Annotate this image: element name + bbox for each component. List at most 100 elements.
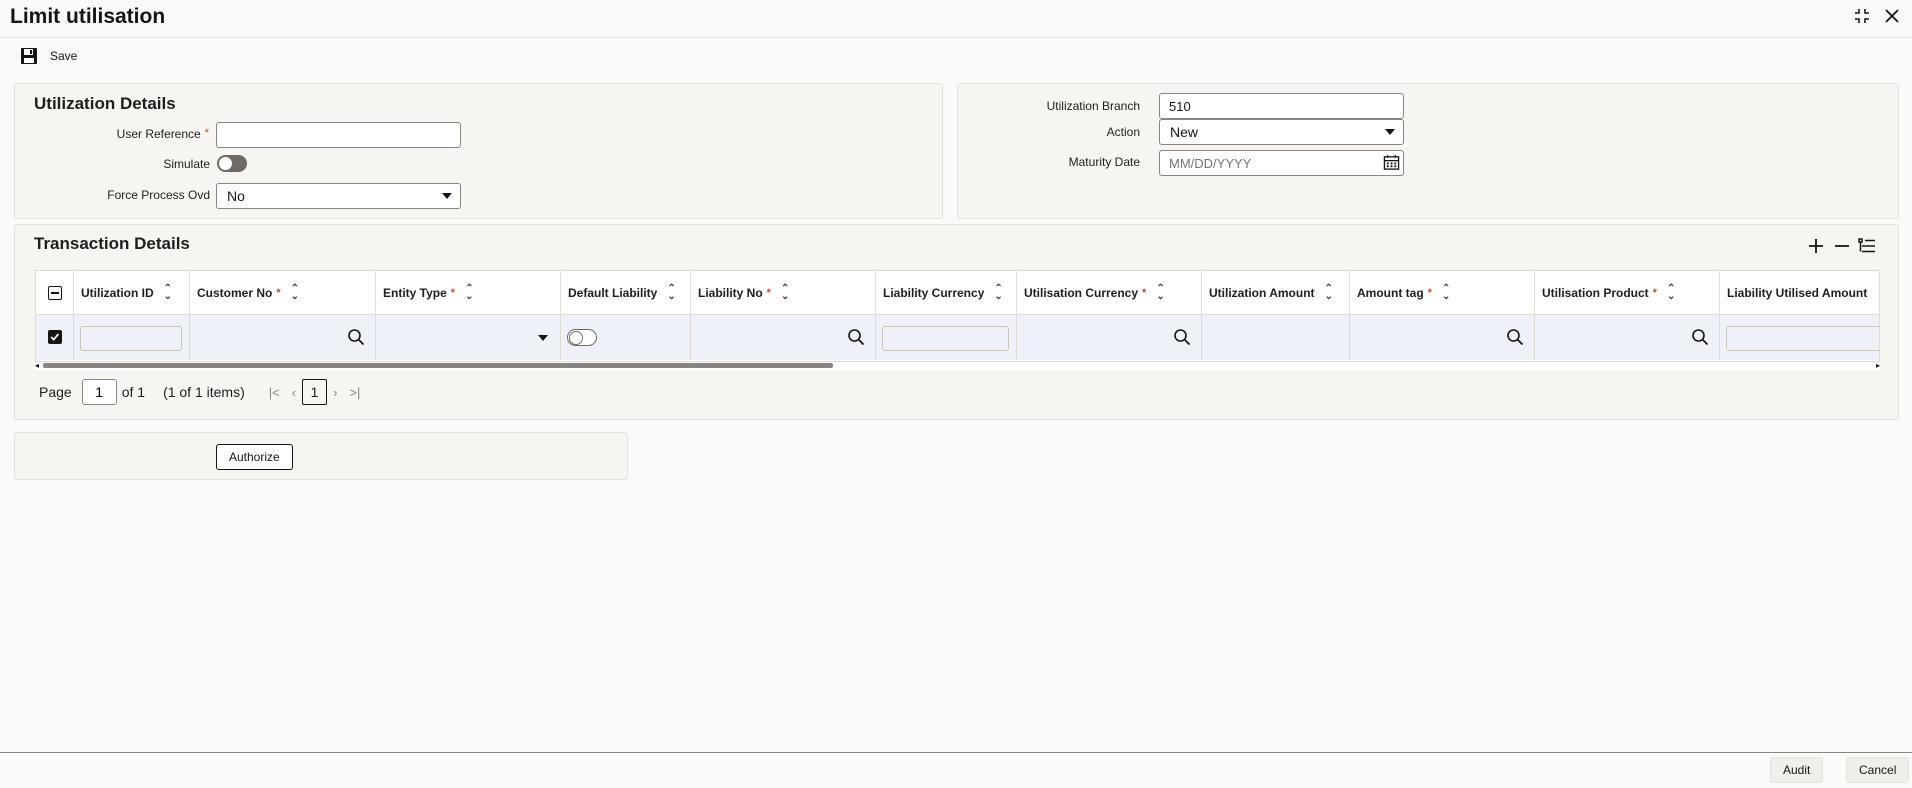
- liability-no-cell[interactable]: [691, 315, 876, 360]
- search-icon[interactable]: [1173, 328, 1191, 346]
- required-marker: *: [276, 287, 281, 299]
- sort-icon[interactable]: ⌃⌄: [1442, 284, 1450, 302]
- column-header-liability-currency[interactable]: Liability Currency ⌃ ⌄: [876, 271, 1017, 315]
- authorize-panel: Authorize: [14, 432, 628, 480]
- scrollbar-thumb[interactable]: [43, 363, 833, 368]
- utilization-details-title: Utilization Details: [34, 94, 176, 113]
- column-header-utilisation-product[interactable]: Utilisation Product * ⌃ ⌄: [1535, 271, 1720, 315]
- utilization-amount-cell[interactable]: [1202, 315, 1350, 360]
- sort-icon[interactable]: ⌃⌄: [465, 284, 473, 302]
- column-header-amount-tag[interactable]: Amount tag * ⌃ ⌄: [1350, 271, 1535, 315]
- default-liability-toggle[interactable]: [567, 329, 597, 346]
- sort-icon[interactable]: ⌃⌄: [1325, 284, 1333, 302]
- scroll-right-icon[interactable]: ▸: [1876, 361, 1880, 370]
- utilization-branch-input[interactable]: [1159, 93, 1404, 119]
- sort-icon[interactable]: ⌃⌄: [164, 284, 172, 302]
- page-of-label: of 1: [121, 384, 146, 400]
- branch-panel: Utilization Branch Action New Maturity D…: [957, 83, 1899, 219]
- search-icon[interactable]: [347, 328, 365, 346]
- previous-page-icon[interactable]: ‹: [292, 385, 296, 400]
- maturity-date-input[interactable]: [1159, 150, 1404, 176]
- action-select[interactable]: New: [1159, 119, 1404, 145]
- column-header-customer-no[interactable]: Customer No * ⌃ ⌄: [190, 271, 376, 315]
- required-marker: *: [1652, 287, 1657, 299]
- grid-header: Utilization ID ⌃ ⌄ Customer No * ⌃ ⌄ Entity T…: [36, 271, 1879, 315]
- liability-utilised-amount-input[interactable]: [1726, 326, 1879, 351]
- column-header-liability-no[interactable]: Liability No * ⌃ ⌄: [691, 271, 876, 315]
- first-page-icon[interactable]: |<: [269, 385, 280, 400]
- force-process-ovd-value: No: [227, 188, 245, 204]
- row-select-cell: [36, 315, 74, 360]
- column-header-utilization-amount[interactable]: Utilization Amount ⌃ ⌄: [1202, 271, 1350, 315]
- sort-icon[interactable]: ⌃⌄: [1667, 284, 1675, 302]
- single-record-view-icon[interactable]: [1857, 236, 1877, 256]
- window-controls: [1852, 6, 1902, 26]
- add-row-icon[interactable]: [1806, 236, 1826, 256]
- user-reference-label: User Reference *: [116, 127, 209, 141]
- search-icon[interactable]: [847, 328, 865, 346]
- page-input[interactable]: [81, 379, 117, 405]
- next-page-icon[interactable]: ›: [333, 385, 337, 400]
- utilization-id-cell: [74, 315, 190, 360]
- minimize-icon[interactable]: [1852, 6, 1872, 26]
- sort-icon[interactable]: ⌃⌄: [781, 284, 789, 302]
- action-label: Action: [1106, 125, 1140, 139]
- save-label: Save: [50, 49, 78, 63]
- entity-type-cell[interactable]: [376, 315, 561, 360]
- chevron-down-icon[interactable]: [538, 335, 548, 341]
- liability-currency-input[interactable]: [882, 326, 1009, 351]
- default-liability-cell: [561, 315, 691, 360]
- sort-icon[interactable]: ⌃⌄: [1877, 284, 1879, 302]
- required-marker: *: [766, 287, 771, 299]
- horizontal-scrollbar[interactable]: ◂ ▸: [35, 361, 1880, 370]
- utilization-id-input[interactable]: [80, 326, 182, 351]
- column-header-utilisation-currency[interactable]: Utilisation Currency * ⌃ ⌄: [1017, 271, 1202, 315]
- sort-icon[interactable]: ⌃⌄: [1156, 284, 1164, 302]
- utilization-details-panel: Utilization Details User Reference * Simu…: [14, 83, 943, 219]
- cancel-button[interactable]: Cancel: [1846, 757, 1910, 783]
- liability-currency-cell: [876, 315, 1017, 360]
- current-page-button[interactable]: 1: [302, 379, 328, 405]
- transaction-details-title: Transaction Details: [34, 234, 190, 253]
- simulate-toggle[interactable]: [217, 155, 247, 172]
- required-marker: *: [1142, 287, 1147, 299]
- action-value: New: [1170, 124, 1199, 140]
- column-header-entity-type[interactable]: Entity Type * ⌃ ⌄: [376, 271, 561, 315]
- save-icon: [21, 48, 37, 64]
- search-icon[interactable]: [1506, 328, 1524, 346]
- close-icon[interactable]: [1882, 6, 1902, 26]
- utilisation-product-cell[interactable]: [1535, 315, 1720, 360]
- amount-tag-cell[interactable]: [1350, 315, 1535, 360]
- sort-icon[interactable]: ⌃⌄: [291, 284, 299, 302]
- search-icon[interactable]: [1691, 328, 1709, 346]
- checkmark-icon: [50, 333, 60, 341]
- calendar-icon[interactable]: [1383, 154, 1400, 171]
- scroll-left-icon[interactable]: ◂: [35, 361, 39, 370]
- force-process-ovd-select[interactable]: No: [216, 183, 461, 209]
- sort-icon[interactable]: ⌃⌄: [994, 284, 1002, 302]
- select-all-checkbox[interactable]: [47, 286, 62, 300]
- last-page-icon[interactable]: >|: [349, 385, 360, 400]
- chevron-down-icon: [442, 193, 452, 199]
- utilisation-currency-cell[interactable]: [1017, 315, 1202, 360]
- page-title: Limit utilisation: [10, 5, 166, 28]
- items-label: (1 of 1 items): [163, 384, 245, 400]
- user-reference-input[interactable]: [216, 122, 461, 148]
- delete-row-icon[interactable]: [1832, 236, 1852, 256]
- liability-utilised-amount-cell: [1720, 315, 1879, 360]
- page-label: Page: [39, 384, 72, 400]
- audit-button[interactable]: Audit: [1770, 757, 1824, 783]
- select-all-header: [36, 271, 74, 315]
- maturity-date-label: Maturity Date: [1068, 155, 1140, 169]
- sort-icon[interactable]: ⌃⌄: [667, 284, 675, 302]
- column-header-utilization-id[interactable]: Utilization ID ⌃ ⌄: [74, 271, 190, 315]
- authorize-button[interactable]: Authorize: [216, 444, 293, 470]
- customer-no-cell[interactable]: [190, 315, 376, 360]
- table-row[interactable]: [36, 315, 1879, 360]
- transaction-grid: Utilization ID ⌃ ⌄ Customer No * ⌃ ⌄ Entity T…: [35, 270, 1880, 362]
- column-header-default-liability[interactable]: Default Liability ⌃ ⌄: [561, 271, 691, 315]
- row-checkbox[interactable]: [48, 330, 62, 344]
- column-header-liability-utilised-amount[interactable]: Liability Utilised Amount⌃⌄: [1720, 271, 1879, 315]
- chevron-down-icon: [1385, 129, 1395, 135]
- save-button[interactable]: Save: [20, 47, 77, 65]
